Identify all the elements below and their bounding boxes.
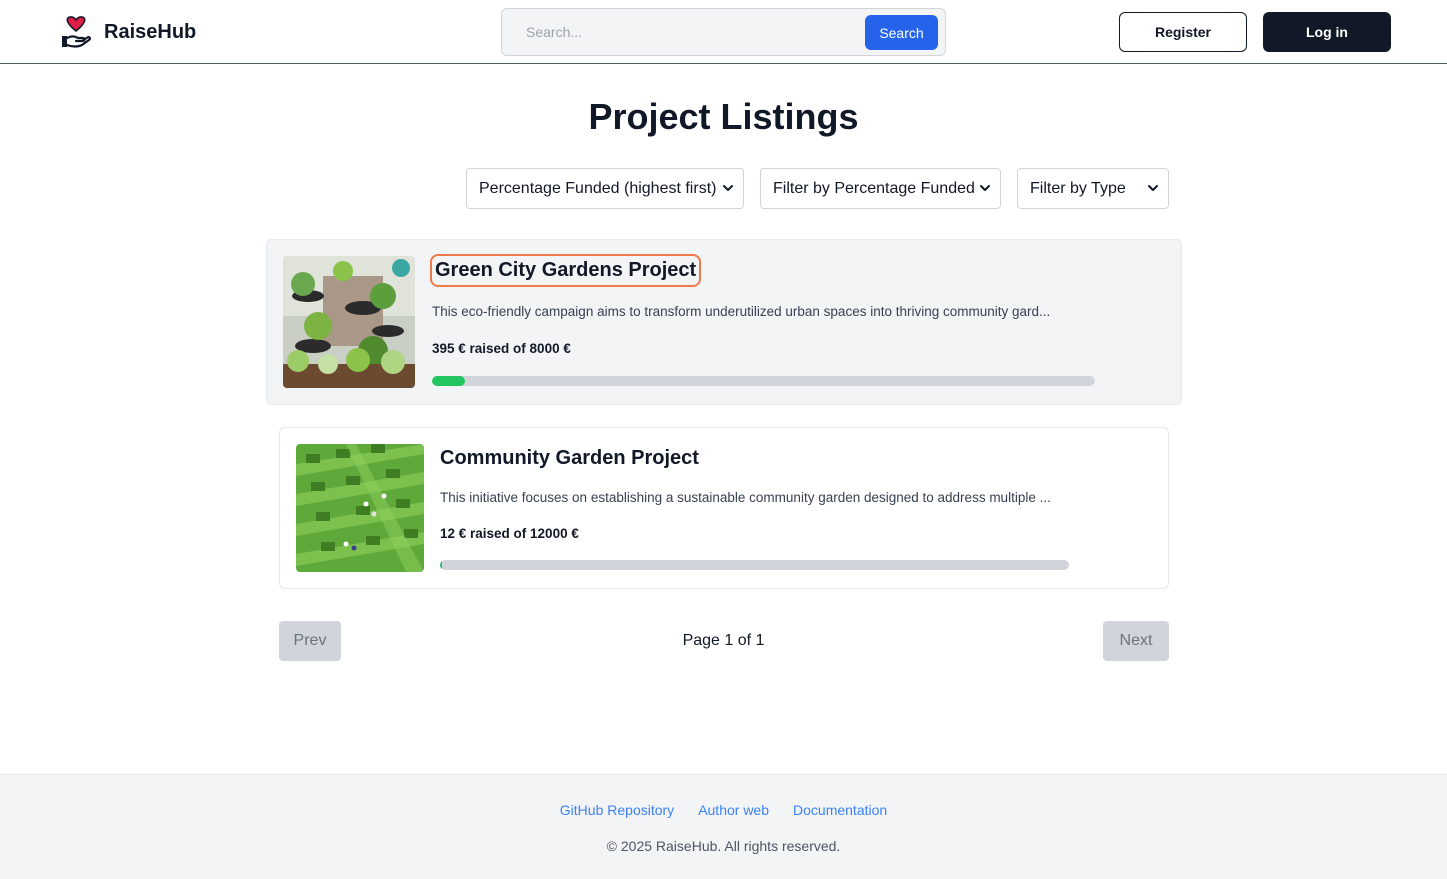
author-web-link[interactable]: Author web <box>698 802 769 818</box>
brand-name: RaiseHub <box>104 20 197 43</box>
search-input[interactable] <box>514 14 854 50</box>
project-title[interactable]: Green City Gardens Project <box>430 254 702 287</box>
page-indicator: Page 1 of 1 <box>682 632 765 649</box>
chevron-down-icon <box>980 185 990 191</box>
chevron-down-icon <box>723 185 733 191</box>
project-title[interactable]: Community Garden Project <box>440 447 699 470</box>
project-description: This initiative focuses on establishing … <box>440 490 1051 505</box>
footer-links: GitHub Repository Author web Documentati… <box>0 802 1447 818</box>
login-button[interactable]: Log in <box>1263 12 1391 52</box>
funding-progress-bar <box>440 560 1069 570</box>
search-bar: Search <box>501 8 946 56</box>
next-page-button[interactable]: Next <box>1103 621 1169 661</box>
project-raised-amount: 12 € raised of 12000 € <box>440 526 579 541</box>
type-filter-value: Filter by Type <box>1030 179 1126 197</box>
project-card[interactable]: Green City Gardens Project This eco-frie… <box>266 239 1182 405</box>
funding-progress-bar <box>432 376 1095 386</box>
documentation-link[interactable]: Documentation <box>793 802 887 818</box>
brand-logo[interactable]: RaiseHub <box>60 14 196 50</box>
percentage-filter-value: Filter by Percentage Funded <box>773 179 975 197</box>
register-button[interactable]: Register <box>1119 12 1247 52</box>
percentage-filter-select[interactable]: Filter by Percentage Funded <box>760 168 1001 209</box>
search-button[interactable]: Search <box>865 15 938 50</box>
project-raised-amount: 395 € raised of 8000 € <box>432 341 571 356</box>
project-card[interactable]: Community Garden Project This initiative… <box>279 427 1169 589</box>
github-repository-link[interactable]: GitHub Repository <box>560 802 674 818</box>
project-image-vertical-garden[interactable] <box>283 256 415 388</box>
site-header: RaiseHub Search Register Log in <box>0 0 1447 64</box>
site-footer: GitHub Repository Author web Documentati… <box>0 774 1447 879</box>
page-title: Project Listings <box>588 96 859 137</box>
sort-select-value: Percentage Funded (highest first) <box>479 179 717 197</box>
type-filter-select[interactable]: Filter by Type <box>1017 168 1169 209</box>
sort-select[interactable]: Percentage Funded (highest first) <box>466 168 744 209</box>
project-description: This eco-friendly campaign aims to trans… <box>432 304 1051 319</box>
heart-hand-icon <box>62 16 92 48</box>
chevron-down-icon <box>1148 185 1158 191</box>
copyright-text: © 2025 RaiseHub. All rights reserved. <box>606 838 841 854</box>
funding-progress-fill <box>432 376 465 386</box>
project-image-community-garden[interactable] <box>296 444 424 572</box>
funding-progress-fill <box>440 560 442 570</box>
